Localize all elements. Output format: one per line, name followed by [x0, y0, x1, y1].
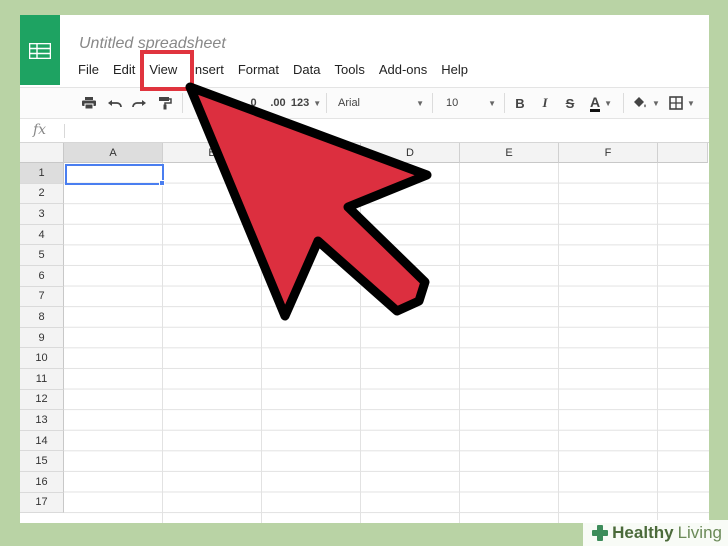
- watermark-brand-second: Living: [677, 523, 722, 542]
- watermark-brand: Healthy: [612, 523, 674, 542]
- pointer-arrow-icon: [185, 82, 432, 321]
- plus-logo-icon: [591, 524, 609, 542]
- watermark: Healthy Living: [583, 520, 728, 546]
